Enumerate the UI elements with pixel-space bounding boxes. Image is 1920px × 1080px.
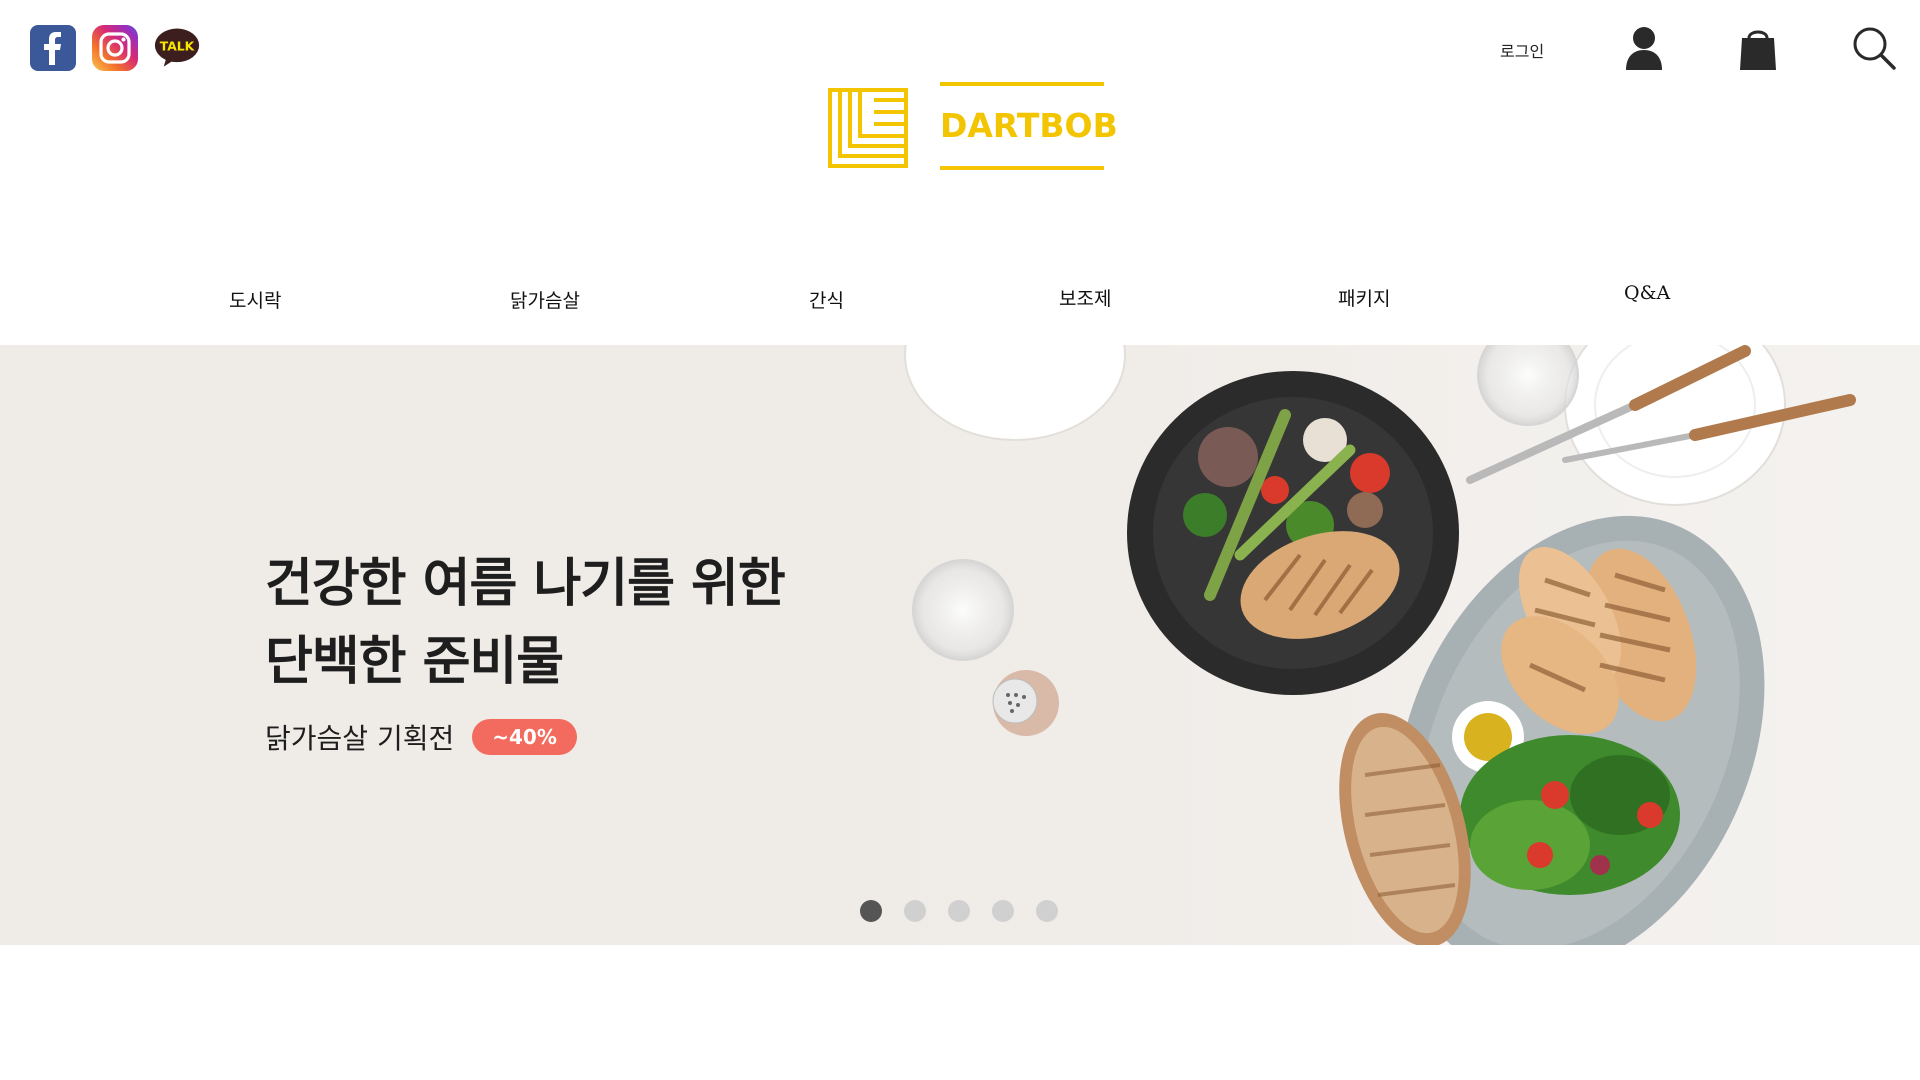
login-link[interactable]: 로그인 (1500, 38, 1544, 62)
instagram-icon[interactable] (92, 25, 138, 71)
nav-item-package[interactable]: 패키지 (1338, 284, 1390, 311)
logo-mark-icon (828, 88, 908, 168)
banner-subtitle: 닭가슴살 기획전 (265, 722, 455, 755)
social-links: TALK (30, 25, 200, 71)
discount-badge: ~40% (472, 719, 577, 755)
banner-headline-line1: 건강한 여름 나기를 위한 (265, 554, 786, 614)
search-icon[interactable] (1850, 24, 1898, 72)
banner-subtitle-row: 닭가슴살 기획전 ~40% (265, 717, 577, 757)
slider-dot-5[interactable] (1036, 900, 1058, 922)
hero-banner[interactable]: 건강한 여름 나기를 위한 단백한 준비물 닭가슴살 기획전 ~40% (0, 345, 1920, 945)
user-icon[interactable] (1620, 24, 1668, 72)
slider-dot-3[interactable] (948, 900, 970, 922)
nav-item-lunchbox[interactable]: 도시락 (229, 286, 281, 313)
nav-item-snack[interactable]: 간식 (809, 286, 844, 313)
logo-text: DARTBOB (940, 106, 1118, 145)
banner-headline-line2: 단백한 준비물 (265, 632, 564, 692)
kakaotalk-icon[interactable]: TALK (154, 25, 200, 71)
slider-dot-1[interactable] (860, 900, 882, 922)
nav-item-chicken-breast[interactable]: 닭가슴살 (510, 286, 580, 313)
facebook-icon[interactable] (30, 25, 76, 71)
logo-wordmark: DARTBOB (940, 82, 1118, 176)
banner-headline: 건강한 여름 나기를 위한 단백한 준비물 (265, 545, 786, 701)
main-nav: 도시락 닭가슴살 간식 보조제 패키지 Q&A (0, 282, 1920, 322)
slider-dot-4[interactable] (992, 900, 1014, 922)
slider-dot-2[interactable] (904, 900, 926, 922)
nav-item-qna[interactable]: Q&A (1624, 282, 1670, 304)
kakaotalk-label: TALK (160, 40, 195, 54)
site-logo[interactable]: DARTBOB (828, 82, 1118, 176)
nav-item-supplement[interactable]: 보조제 (1059, 284, 1111, 311)
cart-icon[interactable] (1734, 24, 1782, 72)
slider-pagination (860, 900, 1058, 922)
